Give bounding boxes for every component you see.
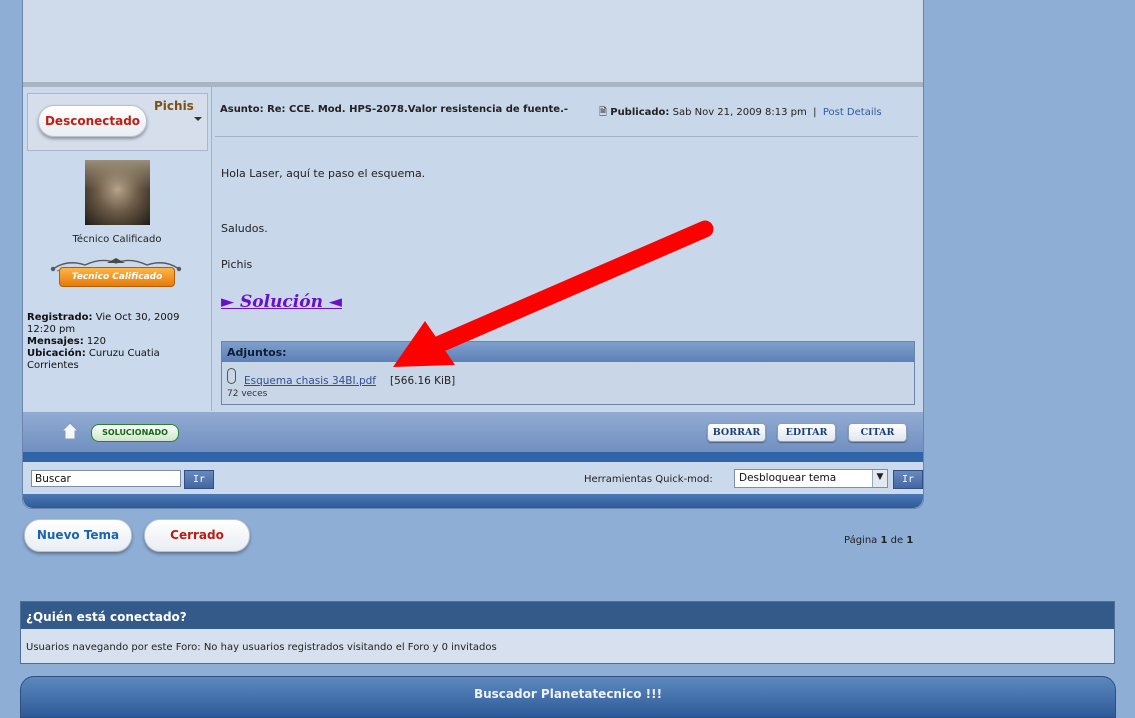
solved-badge[interactable]: SOLUCIONADO [91, 424, 179, 442]
post-line: Hola Laser, aquí te paso el esquema. [221, 167, 426, 180]
post-signature: Pichis [221, 258, 253, 271]
registered-label: Registrado: [27, 312, 93, 323]
offline-status-button[interactable]: Desconectado [38, 105, 147, 137]
paperclip-icon [227, 368, 236, 384]
username-link[interactable]: Pichis [154, 99, 194, 113]
delete-button[interactable]: BORRAR [707, 423, 766, 442]
post-container: Desconectado Pichis Técnico Calificado T… [22, 0, 924, 509]
who-is-online-text: Usuarios navegando por este Foro: No hay… [26, 642, 497, 653]
published-value: Sab Nov 21, 2009 8:13 pm [672, 107, 807, 118]
red-arrow-icon [393, 220, 714, 367]
frame-bottom-bar [23, 494, 923, 508]
meta-separator: | [813, 107, 817, 118]
post-meta: 🗎 Publicado: Sab Nov 21, 2009 8:13 pm | … [599, 105, 882, 122]
post-line: Saludos. [221, 222, 268, 235]
post-top-spacer [23, 0, 923, 87]
divider [215, 136, 918, 137]
subject-label: Asunto: [220, 104, 264, 115]
profile-stats: Registrado: Vie Oct 30, 2009 12:20 pm Me… [27, 312, 209, 372]
posts-value: 120 [86, 336, 106, 347]
who-is-online-header: ¿Quién está conectado? [21, 602, 1114, 629]
post-icon: 🗎 [599, 107, 608, 118]
solution-link[interactable]: ► Solución ◄ [221, 292, 342, 312]
new-topic-button[interactable]: Nuevo Tema [24, 519, 132, 552]
home-icon[interactable] [60, 421, 80, 441]
published-label: Publicado: [610, 107, 670, 118]
location-label: Ubicación: [27, 348, 86, 359]
post-details-link[interactable]: Post Details [823, 107, 882, 118]
pagination: Página 1 de 1 [844, 535, 913, 546]
attachment-file-link[interactable]: Esquema chasis 34BI.pdf [244, 375, 376, 387]
chevron-down-icon[interactable]: ▼ [872, 470, 887, 487]
chevron-down-icon[interactable] [194, 117, 202, 121]
edit-button[interactable]: EDITAR [777, 423, 836, 442]
post-subject: Asunto: Re: CCE. Mod. HPS-2078.Valor res… [220, 104, 568, 115]
pagination-prefix: Página [844, 535, 878, 546]
quote-button[interactable]: CITAR [848, 423, 907, 442]
pagination-of: de [890, 535, 904, 546]
subject-text: Re: CCE. Mod. HPS-2078.Valor resistencia… [267, 104, 569, 115]
search-input[interactable] [31, 470, 181, 487]
quickmod-selected-value: Desbloquear tema [739, 472, 837, 484]
posts-label: Mensajes: [27, 336, 84, 347]
profile-column: Desconectado Pichis Técnico Calificado T… [23, 87, 212, 411]
attachments-title: Adjuntos: [227, 346, 287, 359]
attachment-size: [566.16 KiB] [390, 375, 456, 387]
attachment-downloads: 72 veces [227, 389, 268, 399]
profile-status-box: Desconectado Pichis [27, 93, 208, 151]
quickmod-select[interactable]: Desbloquear tema ▼ [734, 469, 888, 488]
who-is-online-title: ¿Quién está conectado? [26, 610, 187, 624]
avatar-overlay [85, 160, 150, 190]
user-rank: Técnico Calificado [72, 234, 162, 245]
pagination-current: 1 [880, 535, 888, 546]
quickmod-go-button[interactable]: Ir [893, 470, 923, 489]
search-go-button[interactable]: Ir [184, 470, 214, 489]
pagination-total: 1 [906, 535, 914, 546]
closed-button[interactable]: Cerrado [144, 519, 250, 552]
rank-badge: Tecnico Calificado [59, 267, 175, 287]
who-is-online-panel: ¿Quién está conectado? Usuarios navegand… [20, 601, 1115, 664]
footer-title: Buscador Planetatecnico !!! [473, 687, 663, 701]
action-bar-strip [23, 452, 923, 462]
quickmod-label: Herramientas Quick-mod: [584, 474, 713, 485]
